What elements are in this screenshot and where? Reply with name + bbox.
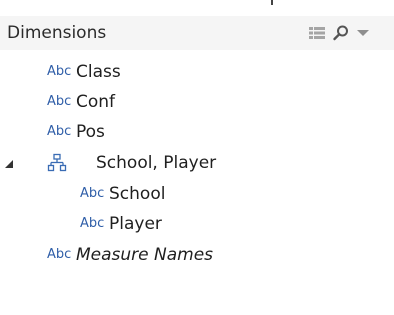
string-type-icon: Abc bbox=[80, 216, 105, 231]
field-label: Conf bbox=[76, 92, 116, 112]
field-class[interactable]: Abc Class bbox=[0, 58, 394, 86]
dimensions-title: Dimensions bbox=[7, 23, 107, 43]
field-measure-names[interactable]: Abc Measure Names bbox=[0, 241, 394, 269]
string-type-icon: Abc bbox=[80, 186, 105, 201]
hierarchy-school-player[interactable]: School, Player bbox=[0, 149, 394, 177]
string-type-icon: Abc bbox=[47, 247, 72, 262]
top-divider-mark bbox=[271, 0, 273, 5]
field-label: Player bbox=[109, 214, 162, 234]
field-pos[interactable]: Abc Pos bbox=[0, 118, 394, 146]
field-school[interactable]: Abc School bbox=[0, 180, 394, 208]
collapse-triangle-icon[interactable] bbox=[4, 159, 14, 169]
field-label: Pos bbox=[76, 122, 105, 142]
chevron-down-icon[interactable] bbox=[356, 24, 370, 42]
data-pane: Dimensions Abc Class Abc Conf Abc Pos Sc… bbox=[0, 0, 394, 315]
field-player[interactable]: Abc Player bbox=[0, 210, 394, 238]
string-type-icon: Abc bbox=[47, 124, 72, 139]
search-icon[interactable] bbox=[332, 24, 350, 42]
hierarchy-label: School, Player bbox=[96, 153, 217, 173]
list-view-icon[interactable] bbox=[308, 24, 326, 42]
field-label: Measure Names bbox=[76, 245, 214, 265]
dimensions-header: Dimensions bbox=[0, 16, 394, 50]
field-conf[interactable]: Abc Conf bbox=[0, 88, 394, 116]
hierarchy-icon bbox=[47, 153, 67, 172]
string-type-icon: Abc bbox=[47, 94, 72, 109]
field-label: Class bbox=[76, 62, 121, 82]
field-label: School bbox=[109, 184, 166, 204]
string-type-icon: Abc bbox=[47, 64, 72, 79]
